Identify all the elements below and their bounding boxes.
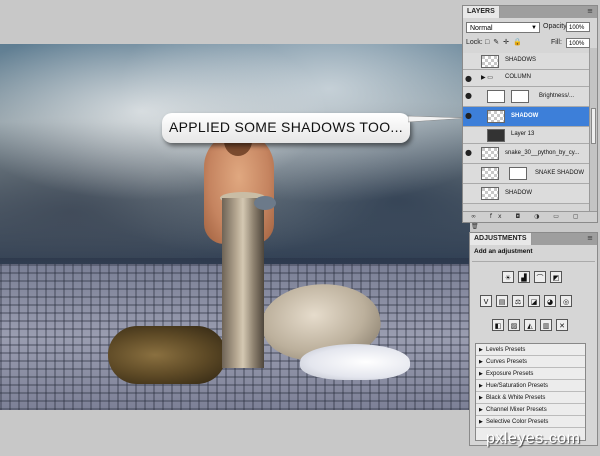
preset-label: Hue/Saturation Presets [486, 383, 549, 389]
layer-row[interactable]: ● snake_30__python_by_cy... [463, 144, 589, 164]
layer-row[interactable]: SHADOW [463, 184, 589, 204]
layer-row[interactable]: SNAKE SHADOW [463, 164, 589, 184]
scrollbar-thumb[interactable] [591, 108, 596, 144]
divider [472, 261, 595, 262]
layers-panel: LAYERS ≡ Normal ▼ Opacity: 100% Lock: □✎… [462, 5, 598, 230]
eye-icon[interactable]: ● [465, 74, 475, 83]
expand-icon: ▶ [479, 407, 483, 413]
vibrance-icon[interactable]: V [480, 295, 492, 307]
layer-name: SHADOW [505, 190, 532, 196]
layer-name: Brightness/... [539, 93, 575, 99]
expand-icon: ▶ [479, 371, 483, 377]
layer-thumbnail [481, 167, 499, 180]
threshold-icon[interactable]: ◭ [524, 319, 536, 331]
layer-name: COLUMN [505, 74, 532, 80]
preset-item[interactable]: ▶ Selective Color Presets [476, 416, 585, 428]
blend-mode-value: Normal [470, 25, 493, 32]
layer-name: Layer 13 [511, 131, 535, 137]
layers-scrollbar[interactable] [589, 48, 597, 214]
preset-label: Levels Presets [486, 347, 526, 353]
chevron-down-icon: ▼ [531, 25, 537, 31]
gradient-map-icon[interactable]: ▥ [540, 319, 552, 331]
layers-toolbar-icons[interactable]: ∞ fx ◘ ◑ ▭ ▢ 🗑 [463, 211, 597, 230]
annotation-callout: APPLIED SOME SHADOWS TOO... [162, 113, 410, 143]
document-canvas[interactable] [0, 44, 470, 410]
layer-mask-thumbnail [509, 167, 527, 180]
stone-column [222, 198, 264, 368]
panel-tab-bar: LAYERS ≡ [463, 6, 597, 18]
preset-item[interactable]: ▶ Channel Mixer Presets [476, 404, 585, 416]
layer-row[interactable]: ● Brightness/... [463, 87, 589, 107]
adjustments-heading: Add an adjustment [474, 248, 533, 255]
layer-name: SNAKE SHADOW [535, 170, 585, 176]
panel-tab-bar: ADJUSTMENTS ≡ [470, 233, 597, 245]
preset-item[interactable]: ▶ Curves Presets [476, 356, 585, 368]
curves-icon[interactable]: ⌒ [534, 271, 546, 283]
lock-icons[interactable]: □✎✛🔒 [485, 38, 526, 46]
presets-list: ▶ Levels Presets ▶ Curves Presets ▶ Exposur… [475, 343, 586, 441]
levels-icon[interactable]: ▟ [518, 271, 530, 283]
layer-thumbnail [481, 187, 499, 200]
watermark-logo: pxleyes.com [486, 430, 581, 447]
expand-icon: ▶ [479, 395, 483, 401]
opacity-field[interactable]: 100% [566, 22, 590, 32]
tab-layers[interactable]: LAYERS [463, 6, 500, 18]
expand-icon: ▶ [479, 347, 483, 353]
layer-name: SHADOWS [505, 57, 537, 63]
eye-icon[interactable]: ● [465, 91, 475, 100]
preset-item[interactable]: ▶ Hue/Saturation Presets [476, 380, 585, 392]
white-swan [300, 344, 410, 380]
panel-menu-icon[interactable]: ≡ [587, 7, 593, 15]
preset-label: Black & White Presets [486, 395, 546, 401]
brightness-adjustment-icon [487, 90, 505, 103]
posterize-icon[interactable]: ▨ [508, 319, 520, 331]
layer-row[interactable]: SHADOWS [463, 53, 589, 70]
callout-text: APPLIED SOME SHADOWS TOO... [169, 119, 403, 135]
expand-icon: ▶ [479, 419, 483, 425]
layer-thumbnail [487, 129, 505, 142]
preset-item[interactable]: ▶ Levels Presets [476, 344, 585, 356]
exposure-icon[interactable]: ◩ [550, 271, 562, 283]
brightness-contrast-icon[interactable]: ☀ [502, 271, 514, 283]
layer-thumbnail [487, 110, 505, 123]
layer-thumbnail [481, 147, 499, 160]
preset-item[interactable]: ▶ Exposure Presets [476, 368, 585, 380]
layer-mask-thumbnail [511, 90, 529, 103]
preset-label: Exposure Presets [486, 371, 534, 377]
callout-pointer [408, 115, 468, 123]
folder-icon: ▶ ▭ [481, 75, 493, 81]
black-white-icon[interactable]: ◪ [528, 295, 540, 307]
lock-label: Lock: [466, 39, 483, 46]
opacity-label: Opacity: [543, 23, 569, 30]
panel-menu-icon[interactable]: ≡ [587, 234, 593, 242]
python-snake [108, 326, 226, 384]
channel-mixer-icon[interactable]: ◎ [560, 295, 572, 307]
layer-name: SHADOW [511, 113, 539, 119]
small-bird [254, 196, 276, 210]
expand-icon: ▶ [479, 383, 483, 389]
layer-name: snake_30__python_by_cy... [505, 150, 580, 156]
preset-label: Channel Mixer Presets [486, 407, 547, 413]
eye-icon[interactable]: ● [465, 148, 475, 157]
photo-filter-icon[interactable]: ◕ [544, 295, 556, 307]
fill-field[interactable]: 100% [566, 38, 590, 48]
eye-icon[interactable]: ● [465, 111, 475, 120]
hue-saturation-icon[interactable]: ▤ [496, 295, 508, 307]
adjustments-panel: ADJUSTMENTS ≡ Add an adjustment ☀ ▟ ⌒ ◩ … [469, 232, 598, 446]
layer-row[interactable]: ● ▶ ▭ COLUMN [463, 70, 589, 87]
selective-color-icon[interactable]: ✕ [556, 319, 568, 331]
invert-icon[interactable]: ◧ [492, 319, 504, 331]
tab-adjustments[interactable]: ADJUSTMENTS [470, 233, 532, 245]
preset-item[interactable]: ▶ Black & White Presets [476, 392, 585, 404]
blend-mode-select[interactable]: Normal ▼ [466, 22, 540, 33]
preset-label: Selective Color Presets [486, 419, 549, 425]
preset-label: Curves Presets [486, 359, 528, 365]
layer-row[interactable]: Layer 13 [463, 127, 589, 144]
expand-icon: ▶ [479, 359, 483, 365]
color-balance-icon[interactable]: ⚖ [512, 295, 524, 307]
layer-row-selected[interactable]: ● SHADOW [463, 107, 589, 127]
fill-label: Fill: [551, 39, 562, 46]
layer-thumbnail [481, 55, 499, 68]
